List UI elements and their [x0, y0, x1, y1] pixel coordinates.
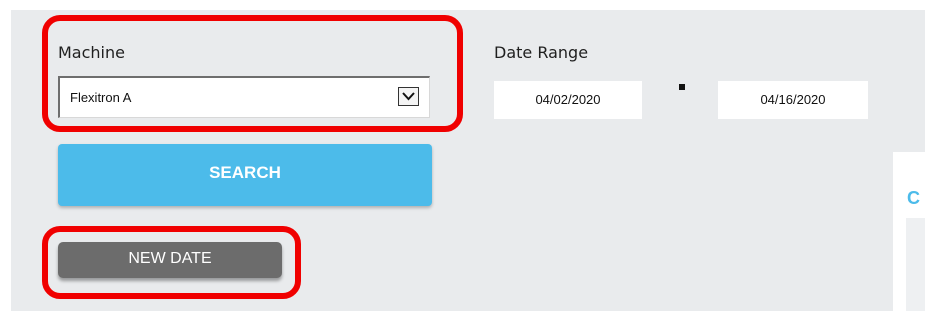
date-from-input[interactable]: 04/02/2020: [494, 81, 642, 119]
machine-select[interactable]: Flexitron A: [58, 76, 430, 118]
new-date-button[interactable]: NEW DATE: [58, 242, 282, 278]
chevron-down-icon[interactable]: [398, 87, 419, 106]
machine-selected-value: Flexitron A: [70, 90, 132, 105]
search-button[interactable]: SEARCH: [58, 144, 432, 206]
right-panel-title: C: [907, 188, 920, 208]
right-panel-content: [906, 218, 925, 311]
date-to-input[interactable]: 04/16/2020: [718, 81, 868, 119]
date-range-label: Date Range: [494, 43, 589, 62]
date-separator: [679, 84, 685, 90]
machine-label: Machine: [58, 43, 125, 62]
